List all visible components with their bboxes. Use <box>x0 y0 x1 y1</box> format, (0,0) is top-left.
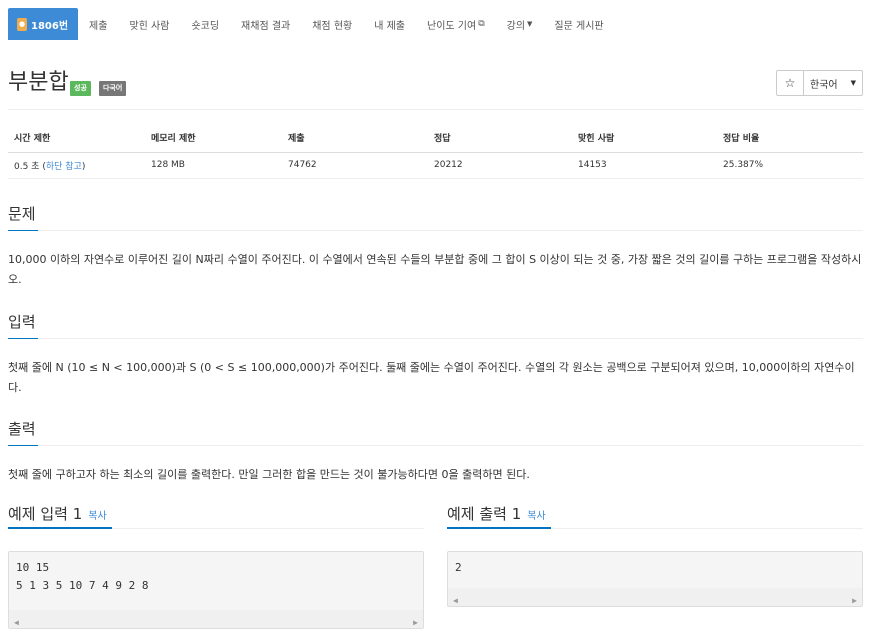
header-accepted: 정답 <box>428 124 572 153</box>
language-select[interactable]: 한국어 ▼ <box>804 70 863 96</box>
tab-submit[interactable]: 제출 <box>78 8 118 40</box>
sample-input-line: 10 15 <box>16 561 50 574</box>
success-label: 성공 <box>70 81 91 96</box>
tab-judge-status[interactable]: 채점 현황 <box>301 8 363 40</box>
sample-input-label: 예제 입력 1 <box>8 505 83 523</box>
sample-output-title: 예제 출력 1 복사 <box>447 503 863 529</box>
problem-description: 10,000 이하의 자연수로 이루어진 길이 N짜리 수열이 주어진다. 이 … <box>8 253 862 286</box>
table-row: 0.5 초 (하단 참고) 128 MB 74762 20212 14153 2… <box>8 152 863 179</box>
caret-down-icon: ▼ <box>527 20 533 28</box>
section-underline <box>8 527 112 529</box>
tab-problem-number[interactable]: ● 1806번 <box>8 8 79 40</box>
section-underline <box>8 445 38 446</box>
output-section-label: 출력 <box>8 420 36 438</box>
solvers-value: 14153 <box>572 152 717 179</box>
problem-number-label: 1806번 <box>31 20 69 32</box>
scroll-right-icon[interactable]: ▶ <box>413 614 418 628</box>
problem-section-label: 문제 <box>8 205 36 223</box>
tab-short-coding[interactable]: 숏코딩 <box>180 8 230 40</box>
sample-output-line: 2 <box>455 561 462 574</box>
scroll-left-icon[interactable]: ◀ <box>14 614 19 628</box>
memory-limit-value: 128 MB <box>145 152 282 179</box>
tab-judge-status-label: 채점 현황 <box>312 20 353 32</box>
star-button[interactable]: ☆ <box>776 70 804 96</box>
copy-sample-output-button[interactable]: 복사 <box>527 511 545 522</box>
ratio-value: 25.387% <box>717 152 863 179</box>
tab-short-coding-label: 숏코딩 <box>191 20 220 32</box>
tab-solvers-label: 맞힌 사람 <box>129 20 170 32</box>
tab-difficulty-contribution[interactable]: 난이도 기여 ⧉ <box>416 8 496 40</box>
tab-submit-label: 제출 <box>89 20 108 32</box>
multilang-label: 다국어 <box>99 81 127 96</box>
horizontal-scrollbar[interactable]: ◀ ▶ <box>9 610 423 628</box>
tab-qna-board[interactable]: 질문 게시판 <box>543 8 614 40</box>
problem-info-table: 시간 제한 메모리 제한 제출 정답 맞힌 사람 정답 비율 0.5 초 (하단… <box>8 124 863 179</box>
tab-lectures[interactable]: 강의 ▼ <box>496 8 544 40</box>
tab-my-submissions[interactable]: 내 제출 <box>363 8 416 40</box>
input-section-label: 입력 <box>8 313 36 331</box>
accepted-value: 20212 <box>428 152 572 179</box>
problem-title: 부분합 <box>8 70 69 95</box>
tab-lectures-label: 강의 <box>506 20 526 32</box>
time-limit-value: 0.5 초 ( <box>14 161 46 172</box>
sample-input-title: 예제 입력 1 복사 <box>8 503 424 529</box>
external-link-icon: ⧉ <box>478 19 485 29</box>
copy-sample-input-button[interactable]: 복사 <box>88 511 106 522</box>
input-section-title: 입력 <box>8 312 863 339</box>
tier-badge-icon: ● <box>17 17 27 31</box>
tab-my-submissions-label: 내 제출 <box>374 20 405 32</box>
sample-output-box[interactable]: 2 ◀ ▶ <box>447 551 863 607</box>
section-underline <box>447 527 551 529</box>
time-limit-cell: 0.5 초 (하단 참고) <box>8 152 145 179</box>
submissions-value: 74762 <box>282 152 428 179</box>
header-ratio: 정답 비율 <box>717 124 863 153</box>
header-submissions: 제출 <box>282 124 428 153</box>
header-button-group: ☆ 한국어 ▼ <box>776 70 863 96</box>
scroll-right-icon[interactable]: ▶ <box>852 592 857 606</box>
sample-input-line: 5 1 3 5 10 7 4 9 2 8 <box>16 579 149 592</box>
section-underline <box>8 230 38 231</box>
header-solvers: 맞힌 사람 <box>572 124 717 153</box>
scroll-left-icon[interactable]: ◀ <box>453 592 458 606</box>
header-memory-limit: 메모리 제한 <box>145 124 282 153</box>
problem-header: 부분합 성공 다국어 ☆ 한국어 ▼ <box>8 68 863 110</box>
horizontal-scrollbar[interactable]: ◀ ▶ <box>448 588 862 606</box>
sample-output-label: 예제 출력 1 <box>447 505 522 523</box>
output-description: 첫째 줄에 구하고자 하는 최소의 길이를 출력한다. 만일 그러한 합을 만드… <box>8 468 530 481</box>
tab-difficulty-label: 난이도 기여 <box>427 20 477 32</box>
table-header-row: 시간 제한 메모리 제한 제출 정답 맞힌 사람 정답 비율 <box>8 124 863 153</box>
problem-section-title: 문제 <box>8 204 863 231</box>
sample-input-box[interactable]: 10 15 5 1 3 5 10 7 4 9 2 8 ◀ ▶ <box>8 551 424 629</box>
tab-rejudge-results[interactable]: 재채점 결과 <box>230 8 301 40</box>
tab-qna-label: 질문 게시판 <box>554 20 604 32</box>
tab-rejudge-results-label: 재채점 결과 <box>241 20 291 32</box>
tab-solvers[interactable]: 맞힌 사람 <box>118 8 180 40</box>
input-description: 첫째 줄에 N (10 ≤ N < 100,000)과 S (0 < S ≤ 1… <box>8 361 855 394</box>
problem-nav: ● 1806번 제출 맞힌 사람 숏코딩 재채점 결과 채점 현황 내 제출 난… <box>8 8 863 40</box>
star-icon: ☆ <box>784 76 796 90</box>
caret-down-icon: ▼ <box>850 79 856 87</box>
time-limit-note-link[interactable]: 하단 참고 <box>46 162 82 172</box>
header-time-limit: 시간 제한 <box>8 124 145 153</box>
time-limit-close: ) <box>81 161 86 172</box>
language-label: 한국어 <box>810 79 838 91</box>
section-underline <box>8 338 38 339</box>
output-section-title: 출력 <box>8 419 863 446</box>
